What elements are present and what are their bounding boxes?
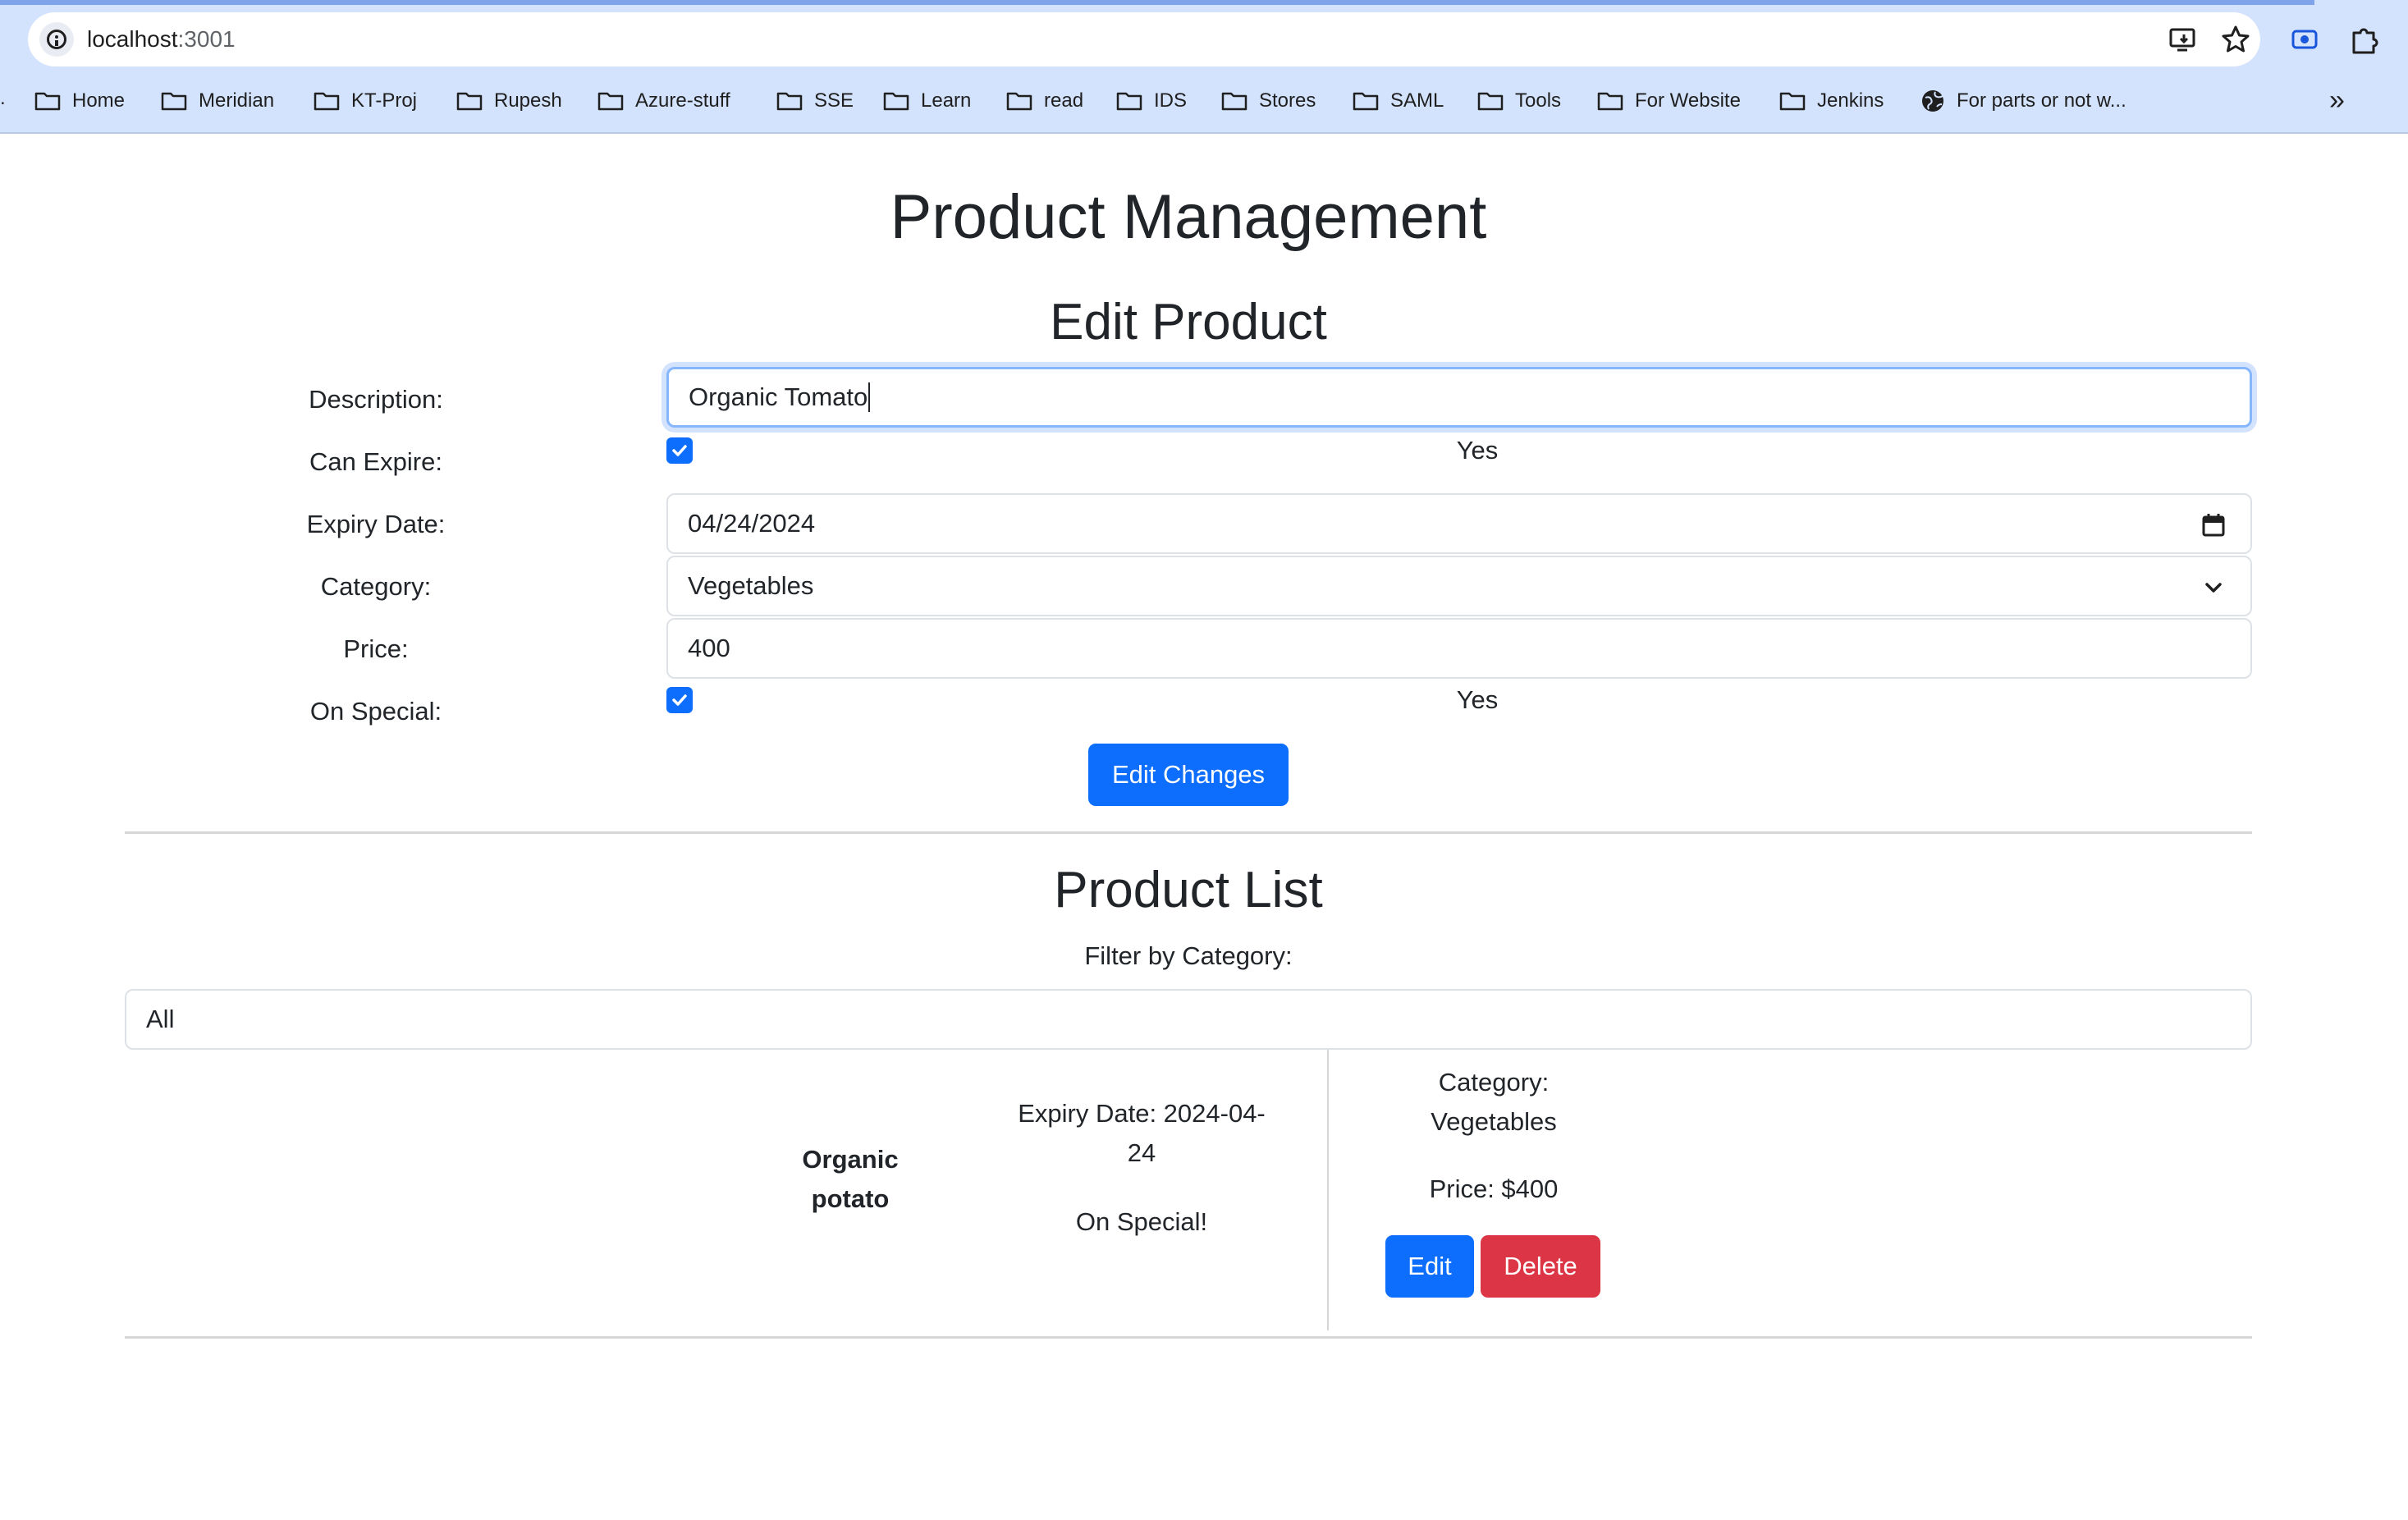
bookmark-azure-stuff[interactable]: Azure-stuff (597, 87, 730, 115)
can-expire-yes-label: Yes (1456, 436, 1499, 465)
on-special-checkbox[interactable] (666, 687, 693, 713)
globe-icon (1922, 90, 1943, 112)
folder-icon (883, 91, 909, 111)
price-label: Price: (343, 634, 409, 663)
chevron-down-icon (2205, 583, 2222, 593)
install-app-icon[interactable] (2167, 23, 2200, 56)
product-expiry-date: Expiry Date: 2024-04- 24 (1018, 1099, 1266, 1167)
can-expire-label: Can Expire: (309, 447, 442, 476)
product-price: Price: $400 (1429, 1174, 1559, 1203)
folder-icon (597, 91, 624, 111)
url-text[interactable]: localhost:3001 (87, 26, 236, 53)
calendar-icon[interactable] (2200, 511, 2227, 539)
product-category: Category: Vegetables (1431, 1068, 1557, 1136)
expiry-date-input[interactable]: 04/24/2024 (666, 493, 2252, 554)
bookmark-tools[interactable]: Tools (1477, 87, 1561, 115)
text-caret (868, 382, 871, 412)
list-divider (125, 1336, 2252, 1339)
bookmark-home[interactable]: Home (34, 87, 125, 115)
browser-chrome: localhost:3001 . Home Meridian KT-Proj R… (0, 0, 2408, 134)
page-content: Product Management Edit Product Descript… (0, 135, 2408, 1520)
bookmarks-bar: Home Meridian KT-Proj Rupesh Azure-stuff… (0, 79, 2408, 121)
folder-icon (456, 91, 483, 111)
filter-label: Filter by Category: (1084, 941, 1293, 970)
address-bar[interactable]: localhost:3001 (28, 12, 2260, 66)
folder-icon (1116, 91, 1142, 111)
folder-icon (776, 91, 803, 111)
tab-strip-edge (0, 0, 2314, 5)
product-name: Organic potato (802, 1145, 899, 1213)
product-list-heading: Product List (1054, 862, 1323, 918)
folder-icon (1597, 91, 1623, 111)
bookmark-for-parts[interactable]: For parts or not w... (1920, 87, 2126, 115)
delete-button[interactable]: Delete (1481, 1235, 1600, 1298)
category-select[interactable]: Vegetables (666, 556, 2252, 616)
description-label: Description: (309, 385, 443, 414)
item-divider (1327, 1050, 1329, 1330)
more-bookmarks-chevron-icon[interactable]: » (2329, 85, 2354, 117)
folder-icon (1477, 91, 1504, 111)
bookmark-jenkins[interactable]: Jenkins (1779, 87, 1884, 115)
page-title: Product Management (890, 182, 1487, 252)
expiry-date-label: Expiry Date: (306, 510, 446, 538)
bookmark-kt-proj[interactable]: KT-Proj (314, 87, 417, 115)
bookmark-star-icon[interactable] (2219, 23, 2252, 56)
category-filter-select[interactable]: All (125, 989, 2252, 1050)
bookmark-rupesh[interactable]: Rupesh (456, 87, 562, 115)
site-info-icon[interactable] (39, 22, 74, 57)
price-input[interactable]: 400 (666, 618, 2252, 679)
bookmark-meridian[interactable]: Meridian (161, 87, 274, 115)
bookmark-saml[interactable]: SAML (1353, 87, 1444, 115)
edit-product-heading: Edit Product (1050, 294, 1327, 350)
bookmark-for-website[interactable]: For Website (1597, 87, 1741, 115)
extensions-puzzle-icon[interactable] (2347, 21, 2383, 57)
on-special-label: On Special: (309, 697, 442, 726)
folder-icon (1006, 91, 1032, 111)
can-expire-checkbox[interactable] (666, 437, 693, 464)
folder-icon (1779, 91, 1806, 111)
screen-recorder-extension-icon[interactable] (2287, 21, 2323, 57)
bookmark-read[interactable]: read (1006, 87, 1083, 115)
description-input[interactable]: Organic Tomato (666, 367, 2252, 428)
folder-icon (34, 91, 61, 111)
folder-icon (314, 91, 340, 111)
bookmark-ids[interactable]: IDS (1116, 87, 1187, 115)
on-special-text: On Special! (1075, 1207, 1208, 1236)
bookmark-sse[interactable]: SSE (776, 87, 854, 115)
bookmark-stores[interactable]: Stores (1221, 87, 1316, 115)
checkmark-icon (672, 445, 687, 456)
folder-icon (1221, 91, 1247, 111)
folder-icon (161, 91, 187, 111)
edit-changes-button[interactable]: Edit Changes (1088, 744, 1289, 806)
checkmark-icon (672, 694, 687, 706)
form-divider (125, 831, 2252, 834)
on-special-yes-label: Yes (1456, 685, 1499, 714)
folder-icon (1353, 91, 1379, 111)
category-label: Category: (320, 572, 432, 601)
edit-button[interactable]: Edit (1385, 1235, 1474, 1298)
bookmark-learn[interactable]: Learn (883, 87, 971, 115)
